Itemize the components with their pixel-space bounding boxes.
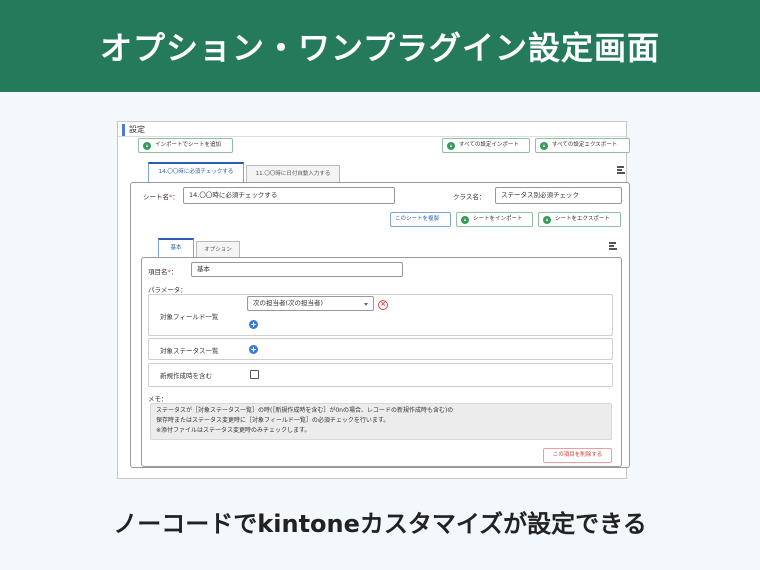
export-all-settings-button[interactable]: すべての設定エクスポート — [535, 138, 630, 153]
export-sheet-button[interactable]: シートをエクスポート — [538, 212, 621, 227]
cloud-upload-icon — [447, 141, 455, 150]
duplicate-sheet-button[interactable]: このシートを複製 — [390, 212, 451, 227]
header-divider — [118, 136, 628, 137]
tab-sheet-14[interactable]: 14.〇〇時に必須チェックする — [148, 162, 244, 182]
cloud-upload-icon — [143, 141, 151, 150]
target-status-list-label: 対象ステータス一覧 — [160, 347, 219, 355]
target-field-list-label: 対象フィールド一覧 — [160, 313, 219, 321]
tab-basic[interactable]: 基本 — [158, 238, 194, 258]
class-name-input[interactable]: ステータス別必須チェック — [495, 187, 622, 204]
memo-label: メモ： — [148, 395, 168, 403]
settings-header: 設定 — [122, 124, 145, 136]
banner-title: オプション・ワンプラグイン設定画面 — [99, 29, 661, 67]
target-field-select[interactable]: 次の担当者(次の担当者) — [247, 296, 374, 311]
cloud-download-icon — [540, 141, 548, 150]
include-new-row — [148, 363, 613, 387]
delete-item-button[interactable]: この項目を削除する — [543, 448, 612, 463]
sheet-name-label: シート名*： — [143, 193, 179, 201]
tagline: ノーコードでkintoneカスタマイズが設定できる — [113, 510, 647, 538]
remove-field-icon[interactable]: × — [378, 300, 388, 310]
include-new-label: 新規作成時を含む — [160, 372, 212, 380]
chevron-down-icon — [364, 303, 368, 306]
cloud-download-icon — [543, 215, 551, 224]
memo-text: ステータスが［対象ステータス一覧］の時(［新規作成時を含む］が0nの場合、レコー… — [150, 403, 612, 440]
cloud-upload-icon — [461, 215, 469, 224]
import-sheet-button[interactable]: シートをインポート — [456, 212, 533, 227]
class-name-label: クラス名： — [453, 193, 486, 201]
parameters-label: パラメータ： — [148, 286, 187, 294]
tab-sheet-11[interactable]: 11.〇〇時に日付自動入力する — [246, 165, 340, 183]
title-banner: オプション・ワンプラグイン設定画面 — [0, 0, 760, 92]
add-field-icon[interactable]: + — [249, 320, 258, 329]
list-settings-icon[interactable] — [609, 242, 619, 251]
add-sheet-by-import-button[interactable]: インポートでシートを追加 — [138, 138, 233, 153]
list-settings-icon[interactable] — [617, 166, 627, 175]
import-all-settings-button[interactable]: すべての設定インポート — [442, 138, 530, 153]
item-name-label: 項目名*： — [148, 268, 178, 276]
add-status-icon[interactable]: + — [249, 345, 258, 354]
include-new-checkbox[interactable] — [250, 370, 259, 379]
sheet-name-input[interactable]: 14.〇〇時に必須チェックする — [183, 187, 395, 204]
item-name-input[interactable]: 基本 — [191, 262, 403, 277]
